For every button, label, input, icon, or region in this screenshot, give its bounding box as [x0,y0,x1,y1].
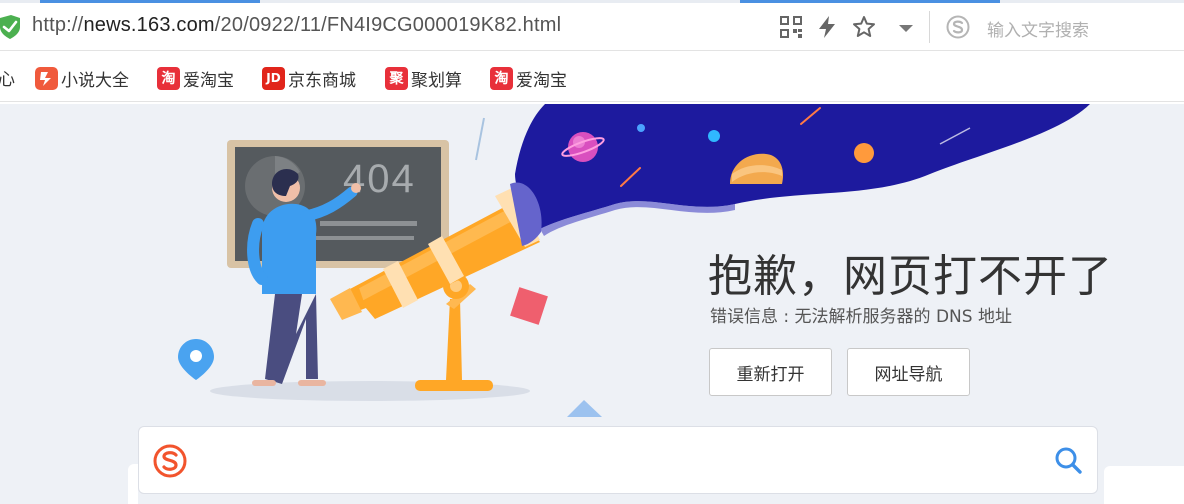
bookmark-taobao[interactable]: 淘 爱淘宝 [157,65,234,91]
chevron-down-icon[interactable] [894,15,918,39]
planet-icon [854,143,874,163]
deco-square [510,287,548,325]
lightning-icon[interactable] [815,15,839,39]
toolbar-divider [929,11,930,43]
bookmark-jd[interactable]: JD 京东商城 [262,65,356,91]
panel-edge [128,464,138,504]
bookmark-label: 聚划算 [411,70,462,91]
star-dot [637,124,645,132]
bookmark-item-truncated[interactable]: 心 [0,65,15,90]
reopen-button[interactable]: 重新打开 [709,348,832,396]
search-icon[interactable] [1053,445,1083,475]
qr-code-icon[interactable] [779,15,803,39]
bookmark-label: 京东商城 [288,70,356,91]
bookmark-label: 爱淘宝 [183,70,234,91]
deco-triangle [567,400,602,417]
jd-icon: JD [262,66,285,90]
sogou-search-icon[interactable] [946,15,970,39]
error-info: 错误信息 : 无法解析服务器的 DNS 地址 [710,307,1012,327]
bottom-search-bar[interactable] [138,426,1098,494]
address-bar: http://news.163.com/20/0922/11/FN4I9CG00… [0,3,1184,51]
error-page: 404 抱歉，网页打不开了 错误信息: 无法解析服务器的 DNS 地址 重新打… [0,104,1184,504]
url-field[interactable]: http://news.163.com/20/0922/11/FN4I9CG00… [32,14,561,37]
panel-edge [1104,466,1184,504]
bookmark-label: 小说大全 [61,70,129,91]
bookmark-label: 爱淘宝 [516,70,567,91]
bookmarks-bar: 心 小说大全 淘 爱淘宝 JD 京东商城 聚 聚划算 淘 爱淘宝 [0,52,1184,102]
star-dot [708,130,720,142]
taobao-icon: 淘 [157,66,180,90]
url-host: news.163.com [83,14,215,36]
security-shield-icon[interactable] [0,15,22,39]
bookmark-juhuasuan[interactable]: 聚 聚划算 [385,65,462,91]
url-navigation-button[interactable]: 网址导航 [847,348,970,396]
sogou-logo-icon [153,444,187,478]
bookmark-taobao[interactable]: 淘 爱淘宝 [490,65,567,91]
bookmark-novel[interactable]: 小说大全 [35,65,129,91]
juhuasuan-icon: 聚 [385,66,408,90]
location-pin-icon [178,339,214,380]
novel-icon [35,66,58,90]
taobao-icon: 淘 [490,66,513,90]
url-path: /20/0922/11/FN4I9CG000019K82.html [214,14,562,36]
error-title: 抱歉，网页打不开了 [708,251,1113,302]
search-input[interactable]: 输入文字搜索 [987,16,1089,41]
url-scheme: http:// [32,14,84,36]
deco-line [475,117,485,161]
star-icon[interactable] [852,15,876,39]
